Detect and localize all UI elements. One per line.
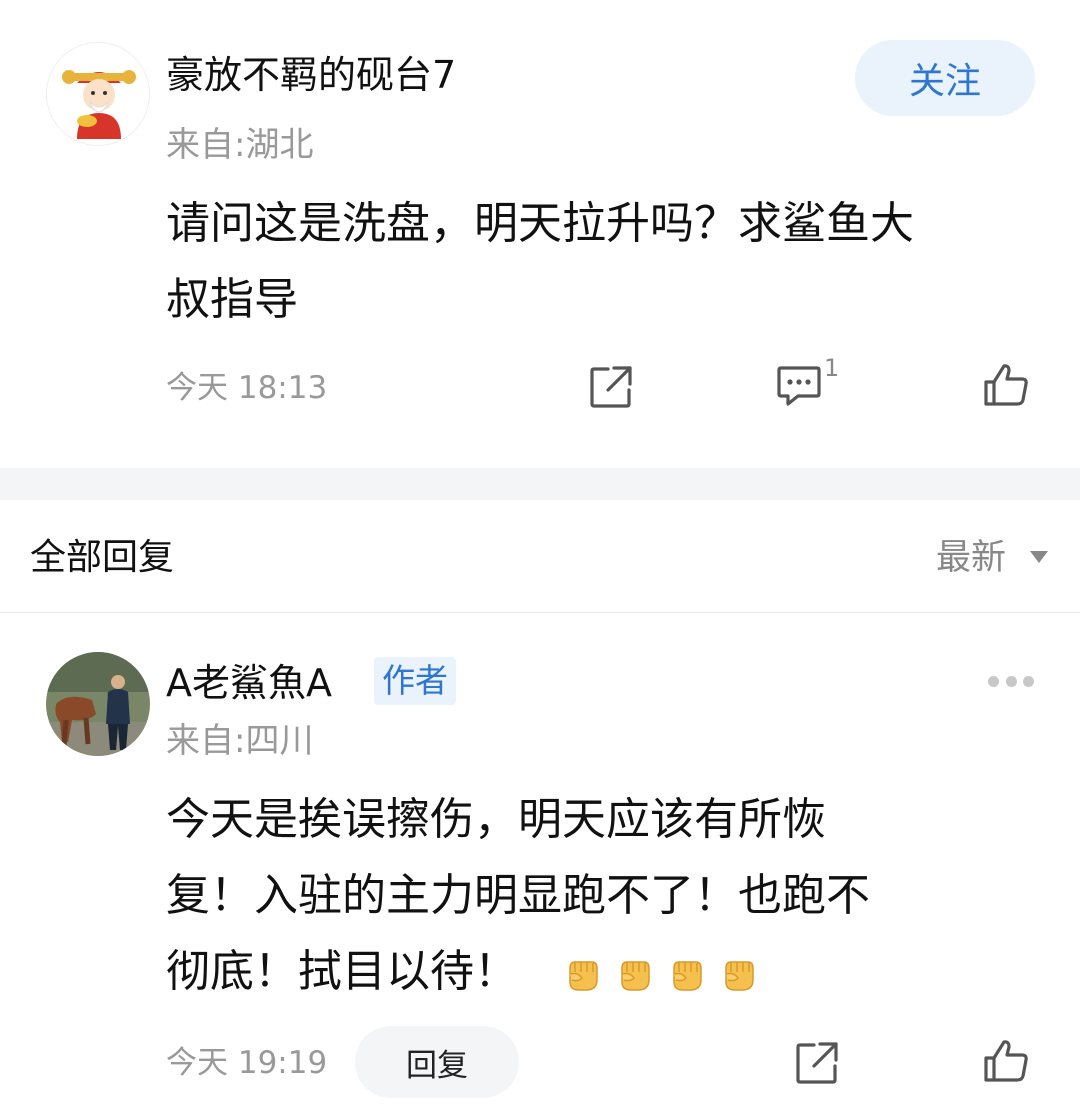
- follow-button[interactable]: 关注: [855, 40, 1035, 116]
- fist-emoji-row: [550, 946, 758, 997]
- post-location: 来自:湖北: [166, 125, 314, 165]
- more-dots-icon[interactable]: [988, 676, 1034, 688]
- caret-down-icon[interactable]: [1030, 551, 1048, 563]
- post-content-line: 叔指导: [166, 274, 298, 325]
- raised-fist-icon: [569, 961, 598, 991]
- post-time: 今天 18:13: [166, 370, 328, 406]
- photo-avatar-icon: [46, 652, 150, 756]
- comment-icon[interactable]: [776, 364, 822, 408]
- reply-content-line: 彻底！拭目以待！: [166, 934, 1046, 1010]
- raised-fist-icon: [725, 961, 754, 991]
- post-content-line: 请问这是洗盘，明天拉升吗？求鲨鱼大: [166, 198, 914, 249]
- reply-time: 今天 19:19: [166, 1045, 328, 1081]
- reply-content-text: 彻底！拭目以待！: [166, 946, 518, 997]
- reply-button[interactable]: 回复: [355, 1026, 519, 1098]
- reply-location: 来自:四川: [166, 721, 314, 761]
- reply-content-line: 复！入驻的主力明显跑不了！也跑不: [166, 870, 870, 921]
- post-content: 请问这是洗盘，明天拉升吗？求鲨鱼大 叔指导: [166, 186, 1046, 338]
- divider: [0, 612, 1080, 613]
- raised-fist-icon: [673, 961, 702, 991]
- share-icon[interactable]: [588, 364, 634, 410]
- reply-username[interactable]: A老鯊魚A: [166, 660, 332, 706]
- caishen-avatar-icon: [47, 43, 149, 145]
- thumbs-up-icon[interactable]: [982, 362, 1030, 408]
- sort-dropdown[interactable]: 最新: [936, 536, 1006, 580]
- comment-count: 1: [824, 354, 840, 382]
- share-icon[interactable]: [794, 1040, 840, 1086]
- thumbs-up-icon[interactable]: [982, 1038, 1030, 1084]
- post-username[interactable]: 豪放不羁的砚台7: [166, 52, 456, 98]
- section-divider: [0, 468, 1080, 500]
- avatar[interactable]: [46, 652, 150, 756]
- avatar[interactable]: [46, 42, 150, 146]
- reply-content: 今天是挨误擦伤，明天应该有所恢 复！入驻的主力明显跑不了！也跑不 彻底！拭目以待…: [166, 782, 1046, 1010]
- author-badge: 作者: [374, 657, 456, 705]
- raised-fist-icon: [621, 961, 650, 991]
- replies-title: 全部回复: [30, 537, 175, 578]
- reply-content-line: 今天是挨误擦伤，明天应该有所恢: [166, 794, 826, 845]
